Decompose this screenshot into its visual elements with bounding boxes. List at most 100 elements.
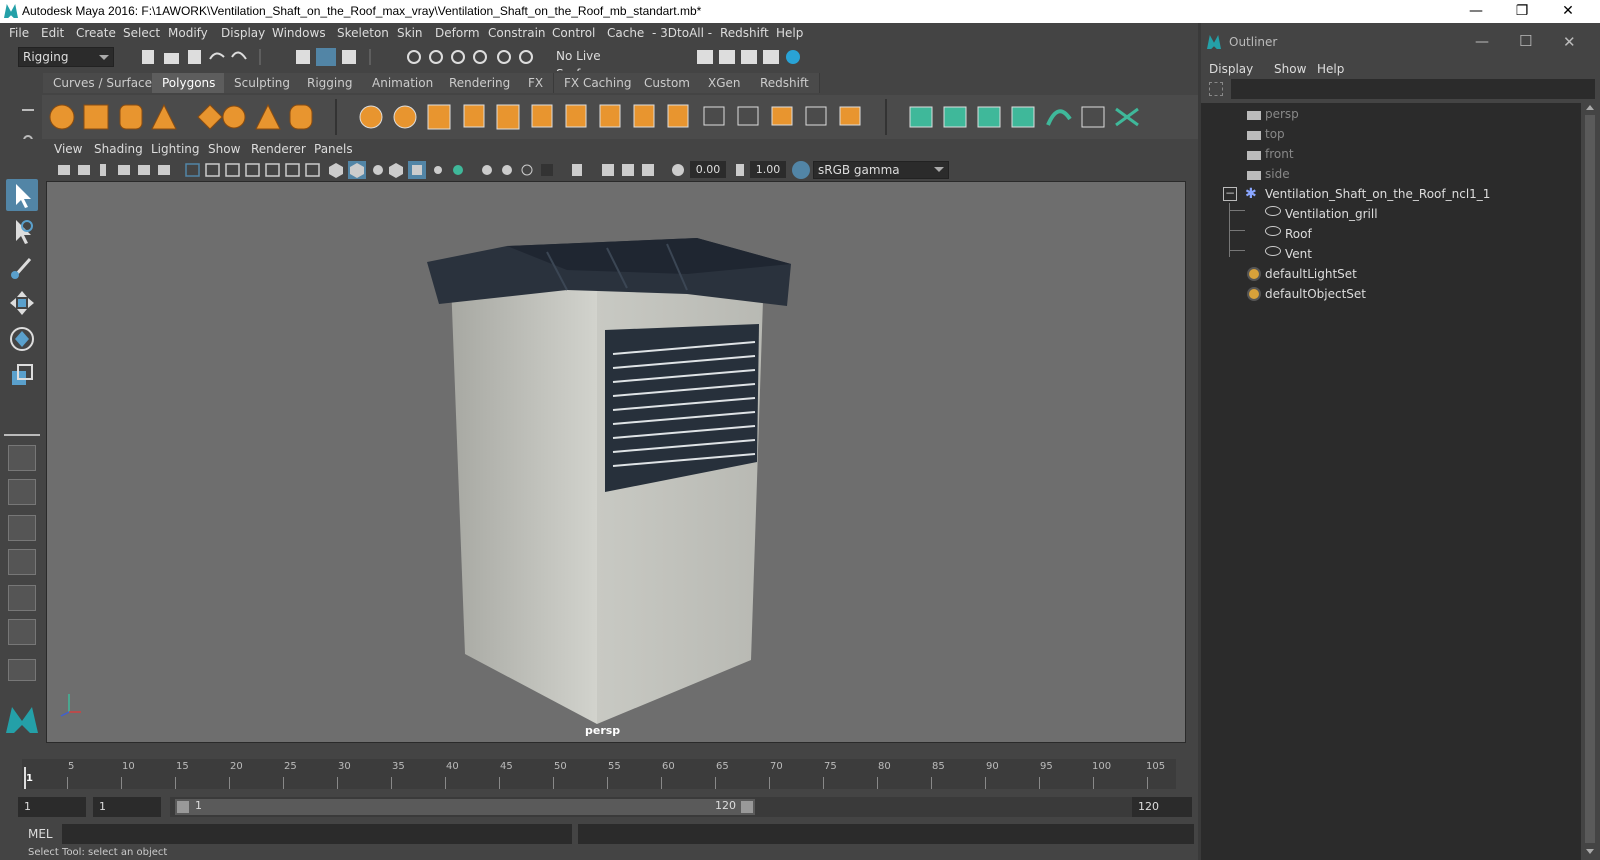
menu-cache[interactable]: Cache [607, 26, 644, 40]
four-view-layout-button[interactable] [8, 479, 36, 505]
select-tool-button[interactable] [6, 179, 38, 211]
scroll-down-icon[interactable] [1586, 849, 1594, 854]
tab-custom[interactable]: Custom [634, 73, 701, 93]
panel-menu-show[interactable]: Show [208, 142, 240, 156]
menu-modify[interactable]: Modify [168, 26, 208, 40]
animation-end-field[interactable]: 120 [1132, 797, 1192, 817]
menu-help[interactable]: Help [776, 26, 803, 40]
restore-button[interactable]: ❐ [1499, 0, 1545, 23]
tab-rendering[interactable]: Rendering [439, 73, 522, 93]
outliner-search-input[interactable] [1231, 79, 1595, 99]
lasso-tool-button[interactable] [6, 215, 38, 247]
gamma-field[interactable]: 1.00 [750, 161, 786, 178]
tick-label: 5 [68, 761, 75, 772]
outliner-item-roof[interactable]: Roof [1285, 227, 1312, 241]
tree-connector [1229, 230, 1245, 231]
tab-xgen[interactable]: XGen [698, 73, 752, 93]
menu-redshift[interactable]: Redshift [720, 26, 769, 40]
tab-fx[interactable]: FX [518, 73, 555, 93]
outliner-scrollbar[interactable] [1583, 103, 1597, 860]
menu-edit[interactable]: Edit [41, 26, 64, 40]
scrollbar-thumb[interactable] [1585, 115, 1595, 843]
paint-select-tool-button[interactable] [6, 251, 38, 283]
live-surface-field[interactable]: No Live Surface [552, 47, 646, 81]
menu-skeleton[interactable]: Skeleton [337, 26, 389, 40]
outliner-item-side[interactable]: side [1265, 167, 1290, 181]
layout-expand-button[interactable] [8, 659, 36, 681]
shelf-menu-icon[interactable] [22, 109, 34, 111]
snap-point-icon [451, 50, 465, 64]
menu-3dtoall[interactable]: - 3DtoAll - [652, 26, 712, 40]
tick-mark [553, 777, 554, 789]
menu-constrain[interactable]: Constrain [488, 26, 546, 40]
tab-fx-caching[interactable]: FX Caching [554, 73, 643, 93]
color-space-dropdown[interactable]: sRGB gamma [813, 161, 949, 179]
menu-windows[interactable]: Windows [272, 26, 326, 40]
menu-select[interactable]: Select [123, 26, 160, 40]
outliner-item-default-light-set[interactable]: defaultLightSet [1265, 267, 1357, 281]
tab-rigging[interactable]: Rigging [297, 73, 364, 93]
persp-uv-layout-button[interactable] [8, 619, 36, 645]
outliner-close-button[interactable]: ✕ [1563, 29, 1576, 55]
command-language-label[interactable]: MEL [28, 827, 53, 841]
panel-menu-renderer[interactable]: Renderer [251, 142, 306, 156]
tick-label: 15 [176, 761, 189, 772]
menu-file[interactable]: File [9, 26, 29, 40]
hypershade-layout-button[interactable] [8, 585, 36, 611]
color-management-icon[interactable] [792, 161, 810, 179]
outliner-filter-icon[interactable] [1209, 82, 1223, 96]
panel-menu-view[interactable]: View [54, 142, 82, 156]
scale-tool-button[interactable] [6, 359, 38, 391]
persp-graph-layout-button[interactable] [8, 549, 36, 575]
panel-menu-lighting[interactable]: Lighting [151, 142, 200, 156]
outliner-item-group[interactable]: Ventilation_Shaft_on_the_Roof_ncl1_1 [1265, 187, 1490, 201]
close-button[interactable]: ✕ [1545, 0, 1591, 23]
menu-control[interactable]: Control [552, 26, 595, 40]
range-end-handle[interactable] [741, 801, 753, 813]
outliner-item-vent[interactable]: Vent [1285, 247, 1312, 261]
menu-skin[interactable]: Skin [397, 26, 423, 40]
collapse-toggle-icon[interactable]: − [1223, 187, 1237, 201]
poly-cube-icon [83, 104, 109, 130]
menu-display[interactable]: Display [221, 26, 265, 40]
panel-menu-panels[interactable]: Panels [314, 142, 353, 156]
tab-curves-surfaces[interactable]: Curves / Surfaces [43, 73, 170, 93]
tab-sculpting[interactable]: Sculpting [224, 73, 302, 93]
command-input[interactable] [62, 824, 572, 844]
panel-menu-shading[interactable]: Shading [94, 142, 143, 156]
menuset-dropdown[interactable]: Rigging [18, 47, 114, 67]
menu-create[interactable]: Create [76, 26, 116, 40]
tab-polygons[interactable]: Polygons [152, 73, 227, 93]
outliner-menu-show[interactable]: Show [1274, 62, 1306, 76]
perspective-viewport[interactable]: persp [46, 181, 1186, 743]
menu-deform[interactable]: Deform [435, 26, 480, 40]
scroll-up-icon[interactable] [1586, 105, 1594, 110]
outliner-maximize-button[interactable]: ☐ [1519, 28, 1532, 54]
time-slider[interactable]: 1 5 10 15 20 25 30 35 40 45 50 55 60 65 … [0, 759, 1198, 793]
persp-outliner-layout-button[interactable] [8, 515, 36, 541]
outliner-item-persp[interactable]: persp [1265, 107, 1299, 121]
outliner-item-front[interactable]: front [1265, 147, 1294, 161]
playback-start-field[interactable]: 1 [93, 797, 161, 817]
outliner-item-top[interactable]: top [1265, 127, 1285, 141]
range-bar[interactable]: 1 120 [175, 799, 755, 815]
current-time-indicator[interactable] [24, 767, 26, 789]
tab-animation[interactable]: Animation [362, 73, 445, 93]
rotate-tool-button[interactable] [6, 323, 38, 355]
screen-space-ao-icon [482, 165, 492, 175]
maya-home-logo-icon[interactable] [4, 703, 40, 735]
exposure-field[interactable]: 0.00 [690, 161, 726, 178]
tick-mark [391, 777, 392, 789]
time-ruler[interactable]: 1 5 10 15 20 25 30 35 40 45 50 55 60 65 … [22, 759, 1176, 789]
outliner-menu-help[interactable]: Help [1317, 62, 1344, 76]
outliner-item-default-object-set[interactable]: defaultObjectSet [1265, 287, 1366, 301]
single-perspective-layout-button[interactable] [8, 445, 36, 471]
range-start-handle[interactable] [177, 801, 189, 813]
animation-start-field[interactable]: 1 [18, 797, 86, 817]
outliner-menu-display[interactable]: Display [1209, 62, 1253, 76]
tab-redshift[interactable]: Redshift [750, 73, 820, 93]
outliner-minimize-button[interactable]: — [1475, 29, 1489, 55]
outliner-item-ventilation-grill[interactable]: Ventilation_grill [1285, 207, 1378, 221]
move-tool-button[interactable] [6, 287, 38, 319]
minimize-button[interactable]: — [1453, 0, 1499, 23]
